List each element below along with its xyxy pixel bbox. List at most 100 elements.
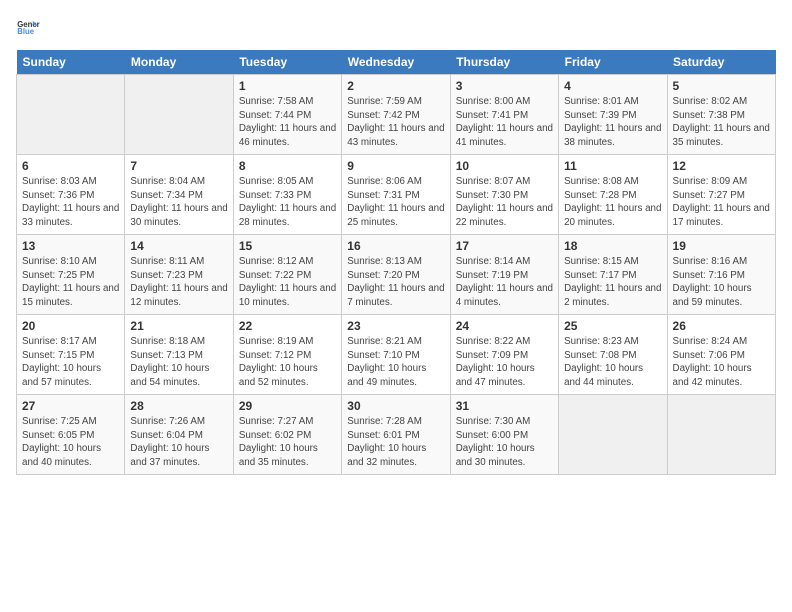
day-number: 4 [564, 79, 661, 93]
calendar-cell [125, 75, 233, 155]
day-number: 5 [673, 79, 770, 93]
day-number: 26 [673, 319, 770, 333]
day-number: 24 [456, 319, 553, 333]
calendar-cell: 6Sunrise: 8:03 AM Sunset: 7:36 PM Daylig… [17, 155, 125, 235]
logo: General Blue [16, 16, 40, 40]
column-header-saturday: Saturday [667, 50, 775, 75]
calendar-cell: 15 Sunrise: 8:12 AM Sunset: 7:22 PM Dayli… [233, 235, 341, 315]
calendar-cell: 8 Sunrise: 8:05 AM Sunset: 7:33 PM Daylig… [233, 155, 341, 235]
day-detail: Sunrise: 8:24 AM Sunset: 7:06 PM Dayligh… [673, 335, 770, 390]
calendar-cell [559, 395, 667, 475]
day-detail: Sunrise: 8:12 AM Sunset: 7:22 PM Dayligh… [239, 255, 336, 310]
day-detail: Sunrise: 8:01 AM Sunset: 7:39 PM Dayligh… [564, 95, 661, 150]
day-number: 13 [22, 239, 119, 253]
day-number: 23 [347, 319, 444, 333]
calendar-cell: 2 Sunrise: 7:59 AM Sunset: 7:42 PM Daylig… [342, 75, 450, 155]
day-number: 1 [239, 79, 336, 93]
day-detail: Sunrise: 8:06 AM Sunset: 7:31 PM Dayligh… [347, 175, 444, 230]
header: General Blue [16, 16, 776, 40]
day-number: 31 [456, 399, 553, 413]
day-detail: Sunrise: 7:30 AM Sunset: 6:00 PM Dayligh… [456, 415, 553, 470]
day-detail: Sunrise: 8:03 AM Sunset: 7:36 PM Dayligh… [22, 175, 119, 230]
day-number: 30 [347, 399, 444, 413]
calendar-cell: 31 Sunrise: 7:30 AM Sunset: 6:00 PM Dayli… [450, 395, 558, 475]
calendar-cell: 23 Sunrise: 8:21 AM Sunset: 7:10 PM Dayli… [342, 315, 450, 395]
logo-icon: General Blue [16, 16, 40, 40]
calendar-cell: 7 Sunrise: 8:04 AM Sunset: 7:34 PM Daylig… [125, 155, 233, 235]
calendar-cell: 21Sunrise: 8:18 AM Sunset: 7:13 PM Dayli… [125, 315, 233, 395]
calendar-cell: 14 Sunrise: 8:11 AM Sunset: 7:23 PM Dayli… [125, 235, 233, 315]
day-number: 7 [130, 159, 227, 173]
day-number: 10 [456, 159, 553, 173]
day-detail: Sunrise: 7:25 AM Sunset: 6:05 PM Dayligh… [22, 415, 119, 470]
calendar-cell: 28 Sunrise: 7:26 AM Sunset: 6:04 PM Dayli… [125, 395, 233, 475]
day-number: 17 [456, 239, 553, 253]
calendar-cell: 24 Sunrise: 8:22 AM Sunset: 7:09 PM Dayli… [450, 315, 558, 395]
calendar-cell: 22 Sunrise: 8:19 AM Sunset: 7:12 PM Dayli… [233, 315, 341, 395]
calendar-cell: 25 Sunrise: 8:23 AM Sunset: 7:08 PM Dayli… [559, 315, 667, 395]
calendar-cell: 4 Sunrise: 8:01 AM Sunset: 7:39 PM Daylig… [559, 75, 667, 155]
day-number: 2 [347, 79, 444, 93]
calendar-cell: 26 Sunrise: 8:24 AM Sunset: 7:06 PM Dayli… [667, 315, 775, 395]
day-detail: Sunrise: 8:14 AM Sunset: 7:19 PM Dayligh… [456, 255, 553, 310]
calendar-cell: 9Sunrise: 8:06 AM Sunset: 7:31 PM Daylig… [342, 155, 450, 235]
calendar-cell: 1 Sunrise: 7:58 AM Sunset: 7:44 PM Daylig… [233, 75, 341, 155]
day-detail: Sunrise: 8:04 AM Sunset: 7:34 PM Dayligh… [130, 175, 227, 230]
calendar-table: SundayMondayTuesdayWednesdayThursdayFrid… [16, 50, 776, 475]
day-detail: Sunrise: 8:15 AM Sunset: 7:17 PM Dayligh… [564, 255, 661, 310]
day-detail: Sunrise: 8:07 AM Sunset: 7:30 PM Dayligh… [456, 175, 553, 230]
day-number: 15 [239, 239, 336, 253]
day-number: 27 [22, 399, 119, 413]
day-detail: Sunrise: 8:23 AM Sunset: 7:08 PM Dayligh… [564, 335, 661, 390]
calendar-cell: 11Sunrise: 8:08 AM Sunset: 7:28 PM Dayli… [559, 155, 667, 235]
day-detail: Sunrise: 8:19 AM Sunset: 7:12 PM Dayligh… [239, 335, 336, 390]
day-detail: Sunrise: 8:17 AM Sunset: 7:15 PM Dayligh… [22, 335, 119, 390]
day-number: 28 [130, 399, 227, 413]
day-detail: Sunrise: 8:10 AM Sunset: 7:25 PM Dayligh… [22, 255, 119, 310]
column-header-thursday: Thursday [450, 50, 558, 75]
day-number: 22 [239, 319, 336, 333]
day-detail: Sunrise: 8:11 AM Sunset: 7:23 PM Dayligh… [130, 255, 227, 310]
svg-text:Blue: Blue [17, 27, 35, 36]
calendar-cell: 13 Sunrise: 8:10 AM Sunset: 7:25 PM Dayli… [17, 235, 125, 315]
calendar-cell: 30 Sunrise: 7:28 AM Sunset: 6:01 PM Dayli… [342, 395, 450, 475]
calendar-cell: 3 Sunrise: 8:00 AM Sunset: 7:41 PM Daylig… [450, 75, 558, 155]
day-number: 14 [130, 239, 227, 253]
day-number: 3 [456, 79, 553, 93]
day-number: 16 [347, 239, 444, 253]
calendar-cell: 5 Sunrise: 8:02 AM Sunset: 7:38 PM Daylig… [667, 75, 775, 155]
column-header-wednesday: Wednesday [342, 50, 450, 75]
day-number: 25 [564, 319, 661, 333]
calendar-cell: 18 Sunrise: 8:15 AM Sunset: 7:17 PM Dayli… [559, 235, 667, 315]
day-detail: Sunrise: 8:02 AM Sunset: 7:38 PM Dayligh… [673, 95, 770, 150]
column-header-tuesday: Tuesday [233, 50, 341, 75]
day-number: 21 [130, 319, 227, 333]
day-detail: Sunrise: 8:05 AM Sunset: 7:33 PM Dayligh… [239, 175, 336, 230]
calendar-cell: 12 Sunrise: 8:09 AM Sunset: 7:27 PM Dayli… [667, 155, 775, 235]
calendar-cell [667, 395, 775, 475]
calendar-cell [17, 75, 125, 155]
day-detail: Sunrise: 8:09 AM Sunset: 7:27 PM Dayligh… [673, 175, 770, 230]
column-header-monday: Monday [125, 50, 233, 75]
day-detail: Sunrise: 8:00 AM Sunset: 7:41 PM Dayligh… [456, 95, 553, 150]
day-detail: Sunrise: 7:27 AM Sunset: 6:02 PM Dayligh… [239, 415, 336, 470]
day-number: 12 [673, 159, 770, 173]
day-number: 11 [564, 159, 661, 173]
day-number: 19 [673, 239, 770, 253]
day-detail: Sunrise: 8:13 AM Sunset: 7:20 PM Dayligh… [347, 255, 444, 310]
calendar-cell: 29 Sunrise: 7:27 AM Sunset: 6:02 PM Dayli… [233, 395, 341, 475]
day-detail: Sunrise: 7:26 AM Sunset: 6:04 PM Dayligh… [130, 415, 227, 470]
day-detail: Sunrise: 8:21 AM Sunset: 7:10 PM Dayligh… [347, 335, 444, 390]
column-header-sunday: Sunday [17, 50, 125, 75]
day-detail: Sunrise: 7:28 AM Sunset: 6:01 PM Dayligh… [347, 415, 444, 470]
day-detail: Sunrise: 7:58 AM Sunset: 7:44 PM Dayligh… [239, 95, 336, 150]
calendar-cell: 16 Sunrise: 8:13 AM Sunset: 7:20 PM Dayli… [342, 235, 450, 315]
day-number: 20 [22, 319, 119, 333]
day-detail: Sunrise: 7:59 AM Sunset: 7:42 PM Dayligh… [347, 95, 444, 150]
calendar-cell: 10 Sunrise: 8:07 AM Sunset: 7:30 PM Dayli… [450, 155, 558, 235]
day-number: 18 [564, 239, 661, 253]
day-detail: Sunrise: 8:22 AM Sunset: 7:09 PM Dayligh… [456, 335, 553, 390]
calendar-cell: 19Sunrise: 8:16 AM Sunset: 7:16 PM Dayli… [667, 235, 775, 315]
day-number: 8 [239, 159, 336, 173]
day-number: 29 [239, 399, 336, 413]
